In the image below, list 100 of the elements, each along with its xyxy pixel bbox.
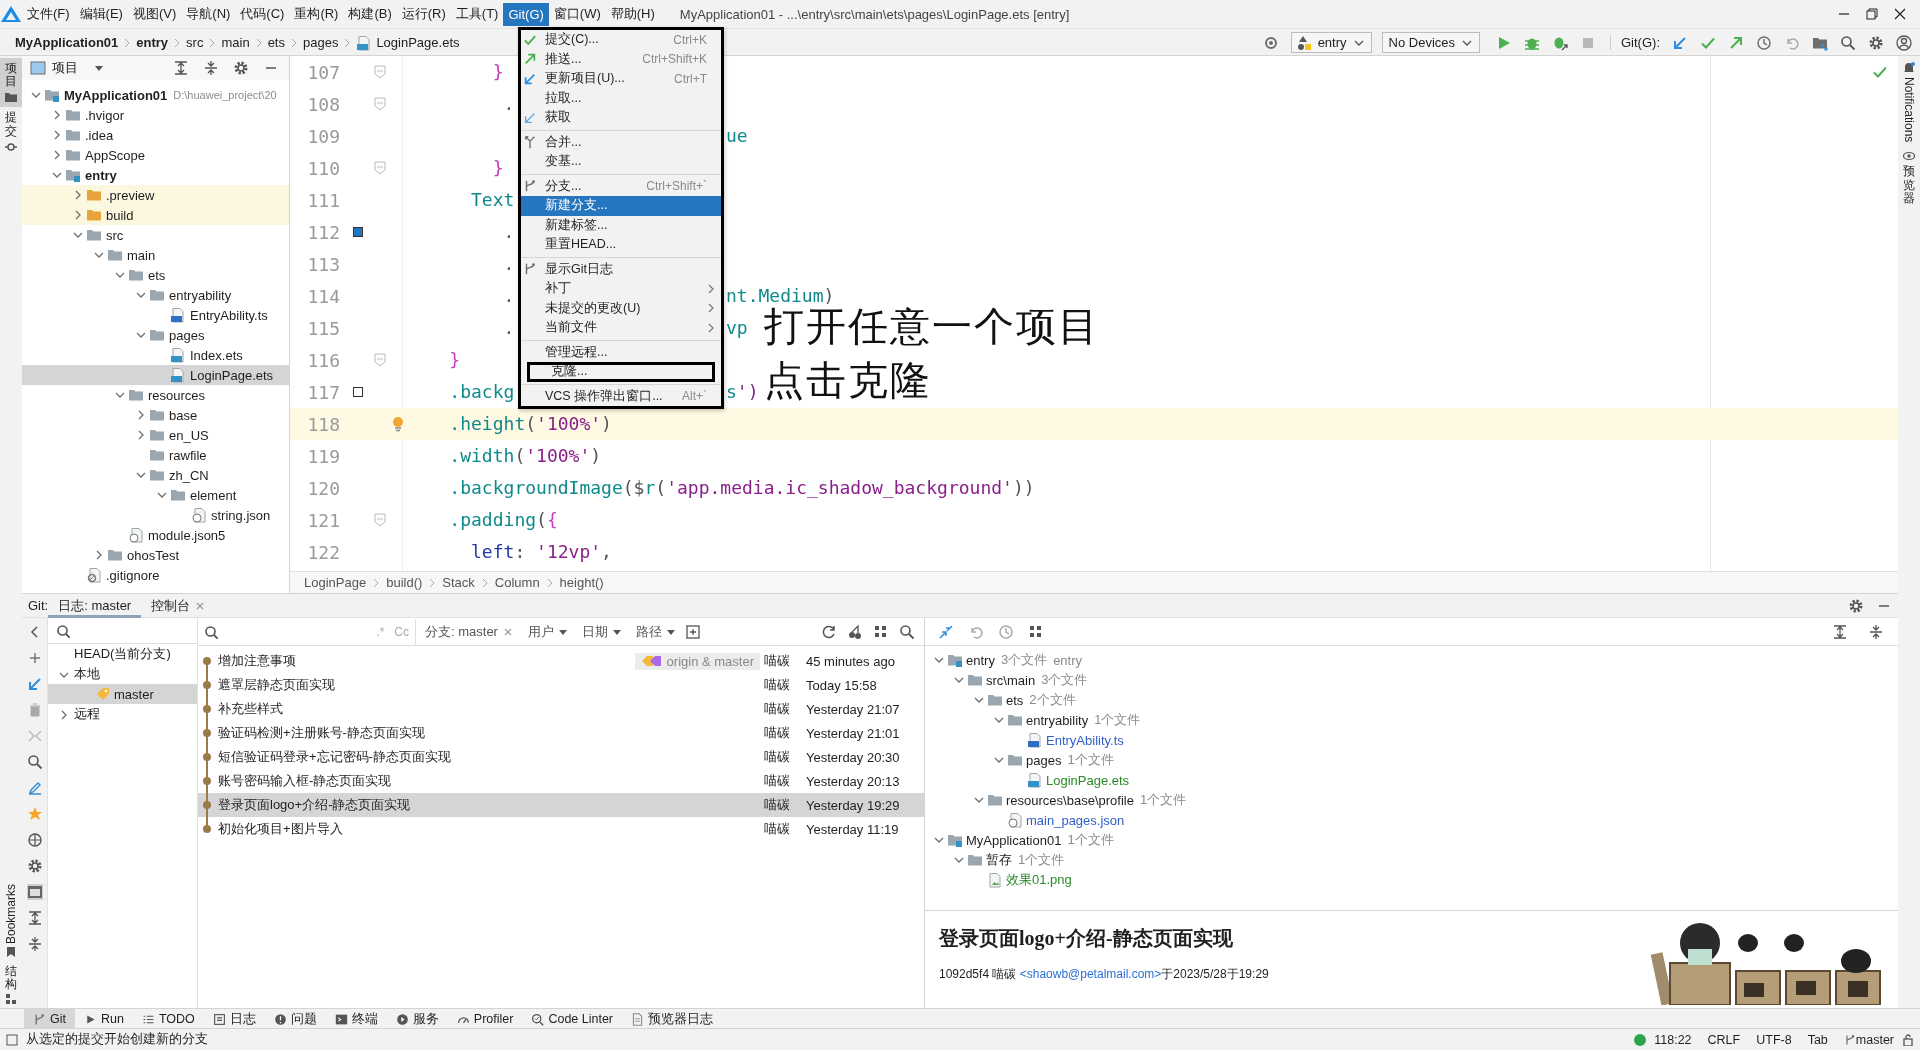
menu-item[interactable]: 文件(F): [22, 1, 75, 27]
account-icon[interactable]: [1896, 34, 1912, 51]
expand-all-icon[interactable]: [26, 910, 43, 926]
file-name[interactable]: MyApplication01: [966, 832, 1062, 848]
menu-item[interactable]: 拉取...: [521, 88, 721, 108]
branch-item[interactable]: 远程: [48, 704, 197, 724]
tree-item[interactable]: .hvigor: [22, 105, 289, 125]
commit-row[interactable]: 遮罩层静态页面实现 喵碳 Today 15:58: [198, 673, 924, 697]
tree-item[interactable]: module.json5: [22, 525, 289, 545]
breadcrumb-item[interactable]: Stack: [442, 575, 475, 590]
tree-item[interactable]: entryability: [22, 285, 289, 305]
commit-row[interactable]: 短信验证码登录+忘记密码-静态页面实现 喵碳 Yesterday 20:30: [198, 745, 924, 769]
tree-item[interactable]: resources: [22, 385, 289, 405]
branch-filter[interactable]: 分支: master: [420, 622, 519, 641]
tool-window-tab[interactable]: Notifications: [1898, 58, 1920, 147]
update-project-icon[interactable]: [1672, 34, 1688, 51]
tool-window-tab[interactable]: 预览器: [1898, 146, 1920, 209]
file-name[interactable]: src\main: [986, 672, 1036, 688]
breadcrumb-item[interactable]: height(): [559, 575, 604, 590]
fold-marker-icon[interactable]: [374, 97, 386, 111]
search-icon[interactable]: [899, 623, 915, 640]
branch-item[interactable]: HEAD(当前分支): [48, 644, 197, 664]
refresh-icon[interactable]: [821, 623, 837, 640]
breadcrumb-item[interactable]: entry: [136, 35, 169, 50]
star-icon[interactable]: [26, 806, 43, 822]
menu-item[interactable]: 新建分支...: [521, 196, 721, 216]
menu-item[interactable]: 运行(R): [396, 1, 451, 27]
tree-item[interactable]: main: [22, 245, 289, 265]
file-name[interactable]: resources\base\profile: [1006, 792, 1134, 808]
menu-item[interactable]: 克隆...: [527, 362, 715, 382]
file-name[interactable]: entryability: [1026, 712, 1089, 728]
tool-window-button[interactable]: 服务: [386, 1009, 448, 1028]
tree-item[interactable]: build: [22, 205, 289, 225]
tree-item[interactable]: .gitignore: [22, 565, 289, 585]
view-selector[interactable]: 项目: [52, 59, 108, 77]
tool-window-tab[interactable]: 结构: [0, 960, 22, 1008]
branch-widget[interactable]: master: [1843, 1032, 1894, 1047]
tool-window-button[interactable]: 终端: [325, 1009, 387, 1028]
configuration-dropdown[interactable]: entry: [1290, 32, 1372, 53]
commit-row[interactable]: 验证码检测+注册账号-静态页面实现 喵碳 Yesterday 21:01: [198, 721, 924, 745]
tree-item[interactable]: LoginPage.ets: [22, 365, 289, 385]
breadcrumb-item[interactable]: pages: [302, 35, 339, 50]
breadcrumb-item[interactable]: LoginPage.ets: [376, 35, 460, 50]
tool-window-button[interactable]: 问题: [264, 1009, 326, 1028]
menu-item[interactable]: 构建(B): [343, 1, 397, 27]
file-name[interactable]: 效果01.png: [1006, 871, 1072, 889]
tree-item[interactable]: AppScope: [22, 145, 289, 165]
tool-window-tab[interactable]: 提交: [0, 107, 22, 157]
collapse-all-icon[interactable]: [203, 60, 219, 76]
indent-setting[interactable]: Tab: [1807, 1032, 1828, 1047]
caret-position[interactable]: 118:22: [1654, 1032, 1692, 1047]
menu-item[interactable]: 未提交的更改(U): [521, 298, 721, 318]
branch-item[interactable]: 本地: [48, 664, 197, 684]
file-name[interactable]: main_pages.json: [1026, 812, 1125, 828]
fold-marker-icon[interactable]: [374, 161, 386, 175]
branch-item[interactable]: master: [48, 684, 197, 704]
file-name[interactable]: pages: [1026, 752, 1062, 768]
tool-window-button[interactable]: Code Linter: [522, 1009, 623, 1028]
date-filter[interactable]: 日期: [576, 622, 627, 641]
edit-icon[interactable]: [26, 780, 43, 796]
menu-item[interactable]: 窗口(W): [548, 1, 606, 27]
lock-icon[interactable]: [1902, 1033, 1914, 1046]
tree-item[interactable]: src: [22, 225, 289, 245]
preview-panel-icon[interactable]: [26, 884, 43, 900]
breadcrumb-item[interactable]: src: [186, 35, 204, 50]
tree-item[interactable]: base: [22, 405, 289, 425]
commit-row[interactable]: 账号密码输入框-静态页面实现 喵碳 Yesterday 20:13: [198, 769, 924, 793]
tree-item[interactable]: element: [22, 485, 289, 505]
tree-item[interactable]: MyApplication01 D:\huawei_project\20: [22, 85, 289, 105]
menu-item[interactable]: VCS 操作弹出窗口... Alt+`: [521, 386, 721, 406]
tree-item[interactable]: pages: [22, 325, 289, 345]
commit-row[interactable]: 增加注意事项 origin & master 喵碳 45 minutes ago: [198, 649, 924, 673]
panel-toggle-icon[interactable]: [6, 1033, 18, 1046]
menu-item[interactable]: 当前文件: [521, 318, 721, 338]
search-icon[interactable]: [26, 754, 43, 770]
target-icon[interactable]: [26, 832, 43, 848]
menu-item[interactable]: 更新项目(U)... Ctrl+T: [521, 69, 721, 89]
tool-window-button[interactable]: TODO: [132, 1009, 204, 1028]
menu-item[interactable]: 推送... Ctrl+Shift+K: [521, 49, 721, 69]
file-encoding[interactable]: UTF-8: [1756, 1032, 1792, 1047]
breadcrumb-item[interactable]: Column: [494, 575, 540, 590]
expand-all-icon[interactable]: [173, 60, 189, 76]
close-icon[interactable]: [1894, 8, 1906, 20]
show-diff-icon[interactable]: [938, 623, 954, 640]
settings-icon[interactable]: [1868, 34, 1884, 51]
tree-item[interactable]: Index.ets: [22, 345, 289, 365]
restore-icon[interactable]: [1866, 8, 1878, 20]
tree-item[interactable]: string.json: [22, 505, 289, 525]
menu-item[interactable]: Git(G): [503, 2, 549, 26]
tree-item[interactable]: ohosTest: [22, 545, 289, 565]
settings-icon[interactable]: [1848, 597, 1864, 614]
commit-row[interactable]: 补充些样式 喵碳 Yesterday 21:07: [198, 697, 924, 721]
panel-tab[interactable]: 日志: master: [48, 594, 142, 618]
panel-tab[interactable]: 控制台: [141, 594, 217, 618]
collapse-all-icon[interactable]: [1868, 623, 1884, 640]
tool-window-tab[interactable]: 项目: [0, 58, 22, 108]
file-name[interactable]: ets: [1006, 692, 1024, 708]
search-icon[interactable]: [1840, 34, 1856, 51]
tree-item[interactable]: zh_CN: [22, 465, 289, 485]
group-by-icon[interactable]: [1028, 623, 1044, 640]
